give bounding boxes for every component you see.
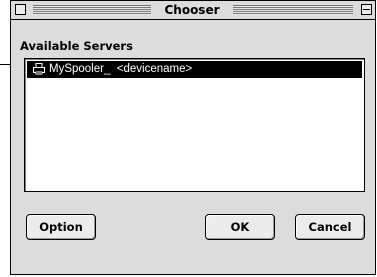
list-item-label: MySpooler_ <devicename> xyxy=(49,63,193,75)
close-box-icon[interactable] xyxy=(15,4,26,15)
window-title: Chooser xyxy=(151,3,233,17)
cancel-button[interactable]: Cancel xyxy=(295,214,365,240)
ok-button[interactable]: OK xyxy=(205,214,275,240)
title-bar[interactable]: Chooser xyxy=(11,1,375,20)
servers-list[interactable]: MySpooler_ <devicename> xyxy=(24,58,365,192)
list-item-myspooler[interactable]: MySpooler_ <devicename> xyxy=(27,61,362,78)
chooser-window: Chooser Available Servers MySpooler_ <de… xyxy=(10,0,376,275)
title-bar-stripes-right xyxy=(233,5,353,15)
title-bar-stripes-left xyxy=(33,5,151,15)
available-servers-label: Available Servers xyxy=(20,39,133,53)
option-button[interactable]: Option xyxy=(26,214,96,240)
printer-icon xyxy=(33,63,45,75)
collapse-box-icon[interactable] xyxy=(361,4,372,15)
